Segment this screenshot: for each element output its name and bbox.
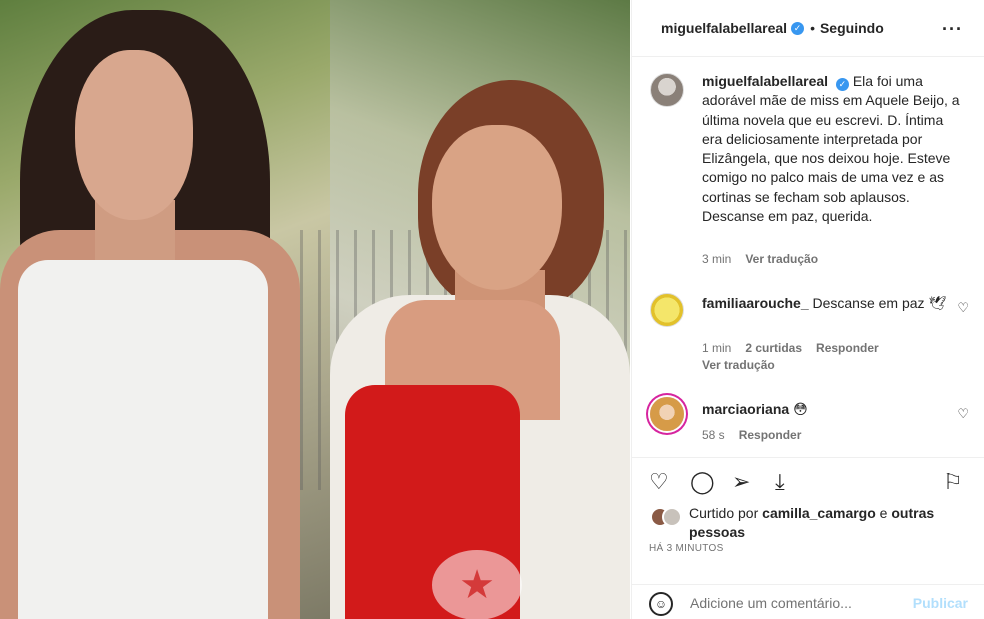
download-icon[interactable]: ⤓	[775, 470, 785, 494]
separator-dot: •	[810, 20, 815, 36]
caption-username[interactable]: miguelfalabellareal	[702, 73, 828, 89]
comment-item: marciaoriana 😳	[702, 400, 952, 419]
comment-like-heart-icon[interactable]: ♡	[957, 300, 969, 316]
see-translation-link[interactable]: Ver tradução	[745, 252, 818, 266]
comment-meta: 58 s Responder	[702, 428, 801, 442]
caption-time: 3 min	[702, 252, 732, 266]
comment-text: Descanse em paz 🕊	[812, 295, 947, 311]
liked-by-user[interactable]: camilla_camargo	[762, 505, 876, 521]
comment-username[interactable]: familiaarouche_	[702, 295, 809, 311]
comment-like-heart-icon[interactable]: ♡	[957, 406, 969, 422]
comment-avatar[interactable]	[650, 293, 684, 327]
emoji-icon[interactable]: ☺	[649, 592, 673, 616]
person-right-face	[432, 125, 562, 290]
post-caption: miguelfalabellareal ✓ Ela foi uma adoráv…	[702, 72, 964, 226]
reply-button[interactable]: Responder	[816, 341, 879, 355]
post-image[interactable]: ★	[0, 0, 630, 619]
comment-input[interactable]: Adicione um comentário...	[690, 595, 852, 611]
share-icon[interactable]: ➢	[732, 470, 750, 494]
caption-meta: 3 min Ver tradução	[702, 252, 818, 266]
author-avatar[interactable]	[650, 73, 684, 107]
header-username[interactable]: miguelfalabellareal	[661, 20, 787, 36]
following-button[interactable]: Seguindo	[820, 20, 884, 36]
comment-time: 58 s	[702, 428, 725, 442]
comment-time: 1 min	[702, 341, 732, 355]
comment-item: familiaarouche_ Descanse em paz 🕊	[702, 294, 952, 313]
comment-likes[interactable]: 2 curtidas	[745, 341, 802, 355]
action-bar: ♡ ◯ ➢ ⤓ ⚐	[632, 457, 984, 507]
comment-translate: Ver tradução	[702, 358, 775, 372]
liked-by-text[interactable]: Curtido por camilla_camargo e outras pes…	[689, 504, 979, 542]
person-left-face	[75, 50, 193, 220]
comment-text: 😳	[793, 401, 808, 417]
post-header: miguelfalabellareal ✓ • Seguindo ···	[632, 0, 984, 57]
comments-list: miguelfalabellareal ✓ Ela foi uma adoráv…	[632, 57, 984, 457]
verified-badge-icon: ✓	[835, 78, 849, 91]
liker-avatar	[662, 507, 682, 527]
comment-username[interactable]: marciaoriana	[702, 401, 789, 417]
reply-button[interactable]: Responder	[739, 428, 802, 442]
post-timestamp[interactable]: HÁ 3 MINUTOS	[649, 543, 724, 554]
verified-badge-icon: ✓	[791, 21, 805, 35]
comment-meta: 1 min 2 curtidas Responder	[702, 341, 879, 355]
comment-icon[interactable]: ◯	[690, 470, 715, 494]
comment-avatar[interactable]	[650, 397, 684, 431]
more-options-icon[interactable]: ···	[942, 19, 963, 40]
publish-button[interactable]: Publicar	[913, 595, 968, 611]
person-left-white-top	[18, 260, 268, 619]
comment-composer: ☺ Adicione um comentário... Publicar	[632, 584, 984, 619]
liked-by-prefix: Curtido por	[689, 505, 759, 521]
liked-by-connector: e	[879, 505, 888, 521]
post-sidebar: miguelfalabellareal ✓ • Seguindo ··· mig…	[631, 0, 984, 619]
watermark-logo: ★	[432, 550, 522, 619]
see-translation-link[interactable]: Ver tradução	[702, 358, 775, 372]
caption-text: Ela foi uma adorável mãe de miss em Aque…	[702, 73, 960, 225]
heart-icon[interactable]: ♡	[649, 470, 669, 494]
bookmark-icon[interactable]: ⚐	[943, 470, 963, 494]
